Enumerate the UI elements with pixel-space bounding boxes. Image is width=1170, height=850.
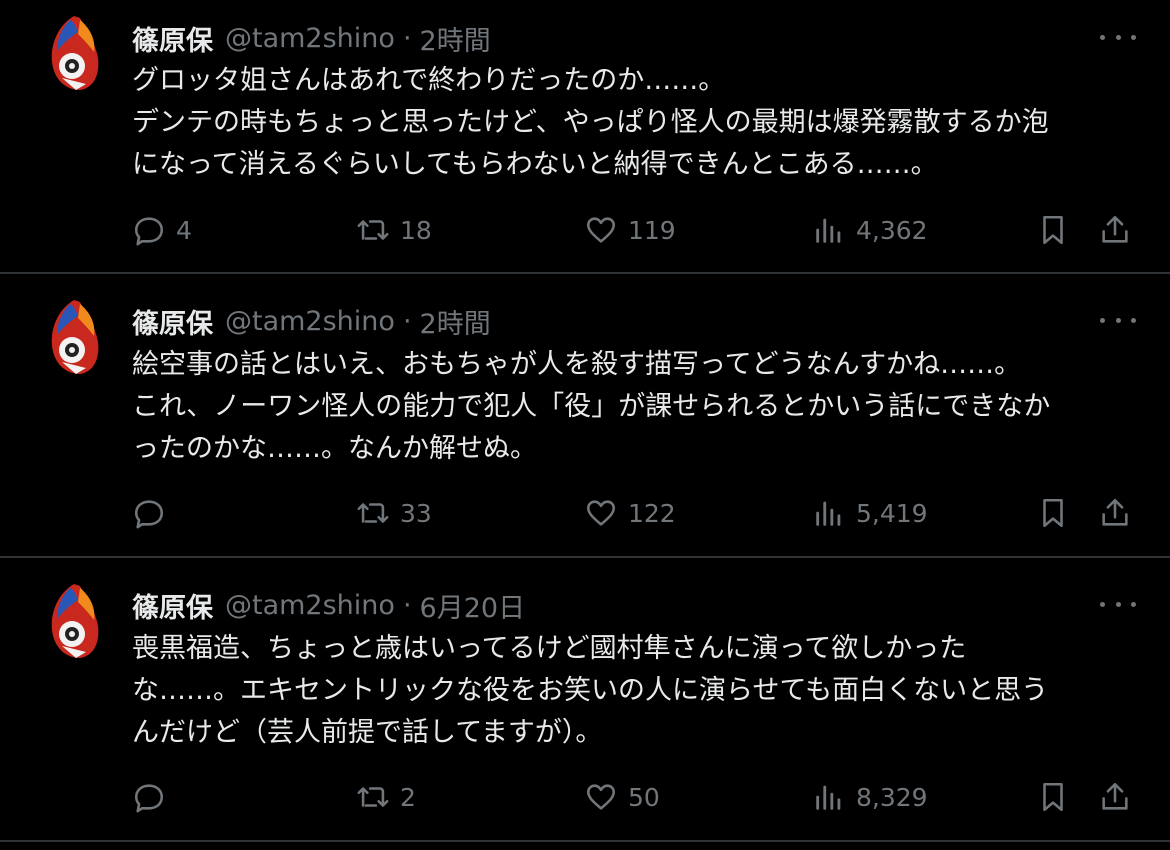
views-button[interactable]: 5,419 xyxy=(812,493,928,533)
like-icon xyxy=(586,217,616,243)
user-handle[interactable]: @tam2shino xyxy=(225,23,395,54)
tweet-text-line: になって消えるぐらいしてもらわないと納得できんとこある……。 xyxy=(132,149,938,180)
reply-button[interactable] xyxy=(132,777,176,817)
tweet-text-line: グロッタ姐さんはあれで終わりだったのか……。 xyxy=(132,65,726,96)
tweet-text: 喪黒福造、ちょっと歳はいってるけど國村隼さんに演って欲しかった な……。エキセン… xyxy=(132,628,1142,754)
reply-button[interactable] xyxy=(132,493,176,533)
bookmark-button[interactable] xyxy=(1036,493,1070,533)
retweet-icon xyxy=(357,787,389,807)
separator-dot: · xyxy=(402,22,412,54)
reply-icon xyxy=(134,784,164,813)
display-name[interactable]: 篠原保 xyxy=(132,19,213,58)
like-count: 122 xyxy=(628,498,676,528)
share-icon xyxy=(1102,782,1128,810)
bookmark-button[interactable] xyxy=(1036,777,1070,817)
tweet-header: 篠原保 @tam2shino · 2時間 xyxy=(132,18,491,58)
avatar[interactable] xyxy=(46,582,102,660)
like-button[interactable]: 50 xyxy=(584,777,660,817)
tweet-divider xyxy=(0,840,1170,842)
more-icon[interactable] xyxy=(1100,27,1136,47)
tweet-header: 篠原保 @tam2shino · 2時間 xyxy=(132,301,491,341)
like-count: 119 xyxy=(628,215,676,245)
views-icon xyxy=(816,218,841,243)
views-button[interactable]: 8,329 xyxy=(812,777,928,817)
retweet-button[interactable]: 33 xyxy=(356,493,432,533)
tweet-text-line: これ、ノーワン怪人の能力で犯人「役」が課せられるとかいう話にできなか xyxy=(132,391,1051,422)
timestamp[interactable]: 2時間 xyxy=(420,19,491,58)
like-button[interactable]: 122 xyxy=(584,493,676,533)
share-button[interactable] xyxy=(1098,777,1132,817)
reply-count: 4 xyxy=(176,215,192,245)
views-count: 8,329 xyxy=(856,782,928,812)
share-icon xyxy=(1102,215,1128,243)
reply-icon xyxy=(134,217,164,246)
like-icon xyxy=(586,500,616,526)
tweet-text-line: 絵空事の話とはいえ、おもちゃが人を殺す描写ってどうなんすかね……。 xyxy=(132,349,1022,380)
retweet-icon xyxy=(357,503,389,523)
action-bar: 2 50 8,329 xyxy=(0,777,1170,817)
share-icon xyxy=(1102,498,1128,526)
bookmark-button[interactable] xyxy=(1036,210,1070,250)
tweet[interactable]: 篠原保 @tam2shino · 2時間 絵空事の話とはいえ、おもちゃが人を殺す… xyxy=(0,274,1170,556)
views-count: 5,419 xyxy=(856,498,928,528)
views-button[interactable]: 4,362 xyxy=(812,210,928,250)
tweet-text-line: な……。エキセントリックな役をお笑いの人に演らせても面白くないと思う xyxy=(132,675,1049,706)
retweet-count: 18 xyxy=(400,215,432,245)
like-count: 50 xyxy=(628,782,660,812)
share-button[interactable] xyxy=(1098,493,1132,533)
timestamp[interactable]: 2時間 xyxy=(420,302,491,341)
retweet-button[interactable]: 2 xyxy=(356,777,416,817)
views-icon xyxy=(816,785,841,810)
user-handle[interactable]: @tam2shino xyxy=(225,590,395,621)
timestamp[interactable]: 6月20日 xyxy=(420,586,526,625)
share-button[interactable] xyxy=(1098,210,1132,250)
tweet-text-line: んだけど（芸人前提で話してますが）。 xyxy=(132,717,603,748)
action-bar: 4 18 119 4,362 xyxy=(0,210,1170,250)
retweet-count: 33 xyxy=(400,498,432,528)
user-handle[interactable]: @tam2shino xyxy=(225,306,395,337)
display-name[interactable]: 篠原保 xyxy=(132,586,213,625)
avatar[interactable] xyxy=(46,298,102,376)
like-button[interactable]: 119 xyxy=(584,210,676,250)
tweet-text: 絵空事の話とはいえ、おもちゃが人を殺す描写ってどうなんすかね……。 これ、ノーワ… xyxy=(132,344,1142,470)
more-icon[interactable] xyxy=(1100,594,1136,614)
retweet-icon xyxy=(357,220,389,240)
tweet[interactable]: 篠原保 @tam2shino · 6月20日 喪黒福造、ちょっと歳はいってるけど… xyxy=(0,558,1170,840)
tweet-header: 篠原保 @tam2shino · 6月20日 xyxy=(132,585,525,625)
separator-dot: · xyxy=(402,589,412,621)
action-bar: 33 122 5,419 xyxy=(0,493,1170,533)
more-icon[interactable] xyxy=(1100,310,1136,330)
retweet-button[interactable]: 18 xyxy=(356,210,432,250)
retweet-count: 2 xyxy=(400,782,416,812)
tweet-text: グロッタ姐さんはあれで終わりだったのか……。 デンテの時もちょっと思ったけど、や… xyxy=(132,60,1142,186)
reply-button[interactable]: 4 xyxy=(132,210,192,250)
tweet-text-line: 喪黒福造、ちょっと歳はいってるけど國村隼さんに演って欲しかった xyxy=(132,633,967,664)
display-name[interactable]: 篠原保 xyxy=(132,302,213,341)
bookmark-icon xyxy=(1043,215,1063,245)
separator-dot: · xyxy=(402,305,412,337)
views-icon xyxy=(816,501,841,526)
reply-icon xyxy=(134,500,164,529)
tweet[interactable]: 篠原保 @tam2shino · 2時間 グロッタ姐さんはあれで終わりだったのか… xyxy=(0,0,1170,272)
bookmark-icon xyxy=(1043,498,1063,528)
views-count: 4,362 xyxy=(856,215,928,245)
avatar[interactable] xyxy=(46,14,102,92)
tweet-text-line: ったのかな……。なんか解せぬ。 xyxy=(132,433,537,464)
tweet-text-line: デンテの時もちょっと思ったけど、やっぱり怪人の最期は爆発霧散するか泡 xyxy=(132,107,1049,138)
bookmark-icon xyxy=(1043,782,1063,812)
like-icon xyxy=(586,784,616,810)
